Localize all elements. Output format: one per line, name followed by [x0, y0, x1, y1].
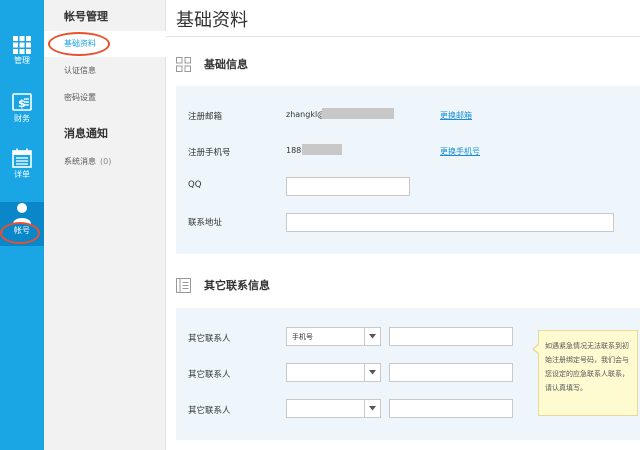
section-title: 其它联系信息	[204, 279, 270, 292]
nav-item-label: 认证信息	[64, 66, 96, 75]
contact-type-value: 手机号	[292, 333, 313, 341]
grid-icon	[13, 36, 31, 54]
email-row: 注册邮箱 zhangkl@ 更换邮箱	[176, 104, 640, 128]
tip-text: 如遇紧急情况无法联系到初始注册绑定号码，我们会与您设定的应急联系人联系，请认真填…	[545, 342, 629, 392]
nav-item-password[interactable]: 密码设置	[44, 85, 166, 111]
secondary-nav: 帐号管理 基础资料 认证信息 密码设置 消息通知 系统消息 (0)	[44, 0, 166, 450]
email-redaction	[322, 108, 394, 119]
nav-group-notifications: 消息通知	[64, 127, 108, 140]
qq-row: QQ	[176, 174, 640, 198]
title-divider	[166, 36, 640, 37]
contact-value-input[interactable]	[389, 399, 513, 418]
email-value: zhangkl@	[286, 110, 326, 119]
chevron-down-icon	[369, 334, 376, 339]
phone-value: 188	[286, 146, 302, 155]
rail-item-account[interactable]: 帐号	[0, 202, 44, 246]
grid-outline-icon	[176, 57, 191, 72]
phone-label: 注册手机号	[188, 148, 231, 158]
address-input[interactable]	[286, 213, 614, 232]
rail-label-manage: 管理	[14, 56, 30, 65]
main-content: 基础资料 基础信息 注册邮箱 zhangkl@ 更换邮箱 注册手机号 188 更…	[166, 0, 640, 450]
contact-label: 其它联系人	[188, 334, 231, 344]
page-title: 基础资料	[176, 10, 248, 31]
nav-item-system-messages[interactable]: 系统消息 (0)	[44, 149, 166, 175]
phone-row: 注册手机号 188 更换手机号	[176, 140, 640, 164]
dropdown-button[interactable]	[364, 400, 380, 417]
contact-value-input[interactable]	[389, 363, 513, 382]
contact-type-select[interactable]	[286, 363, 381, 382]
calendar-list-icon	[12, 148, 32, 168]
contact-label: 其它联系人	[188, 370, 231, 380]
other-contacts-panel: 其它联系人 手机号 其它联系人 其它联系人 如遇紧急情况无法联系到初始注册绑定号…	[176, 308, 640, 440]
user-icon	[13, 203, 31, 224]
icon-rail: 管理 $ 财务 详单 帐号	[0, 0, 44, 450]
nav-group-account: 帐号管理	[64, 10, 108, 23]
change-phone-link[interactable]: 更换手机号	[440, 146, 480, 157]
contact-book-icon	[176, 278, 191, 293]
rail-item-finance[interactable]: $ 财务	[0, 92, 44, 144]
contact-value-input[interactable]	[389, 327, 513, 346]
address-row: 联系地址	[176, 210, 640, 234]
message-count-badge: (0)	[100, 157, 112, 166]
finance-icon: $	[12, 93, 32, 111]
contact-type-select[interactable]: 手机号	[286, 327, 381, 346]
emergency-contact-tip: 如遇紧急情况无法联系到初始注册绑定号码，我们会与您设定的应急联系人联系，请认真填…	[532, 330, 638, 416]
address-label: 联系地址	[188, 218, 223, 228]
section-title: 基础信息	[204, 58, 248, 71]
rail-item-detail[interactable]: 详单	[0, 148, 44, 200]
qq-input[interactable]	[286, 177, 410, 196]
rail-label-detail: 详单	[14, 170, 30, 179]
chevron-down-icon	[369, 406, 376, 411]
nav-item-basic-info[interactable]: 基础资料	[44, 31, 166, 57]
rail-item-manage[interactable]: 管理	[0, 36, 44, 88]
nav-item-label: 密码设置	[64, 93, 96, 102]
nav-item-verification[interactable]: 认证信息	[44, 58, 166, 84]
nav-item-label: 系统消息	[64, 157, 96, 166]
rail-label-account: 帐号	[14, 226, 30, 235]
contact-type-select[interactable]	[286, 399, 381, 418]
contact-label: 其它联系人	[188, 406, 231, 416]
email-label: 注册邮箱	[188, 112, 223, 122]
tip-arrow-inner	[534, 344, 540, 354]
qq-label: QQ	[188, 180, 202, 190]
dropdown-button[interactable]	[364, 364, 380, 381]
phone-redaction	[302, 144, 342, 155]
nav-item-label: 基础资料	[64, 39, 96, 48]
rail-label-finance: 财务	[14, 114, 30, 123]
app-window: 管理 $ 财务 详单 帐号 帐号管理 基础资料 认证信息 密码设置 消息通知 系…	[0, 0, 640, 450]
basic-info-panel: 注册邮箱 zhangkl@ 更换邮箱 注册手机号 188 更换手机号 QQ 联系…	[176, 86, 640, 254]
dropdown-button[interactable]	[364, 328, 380, 345]
chevron-down-icon	[369, 370, 376, 375]
change-email-link[interactable]: 更换邮箱	[440, 110, 472, 121]
